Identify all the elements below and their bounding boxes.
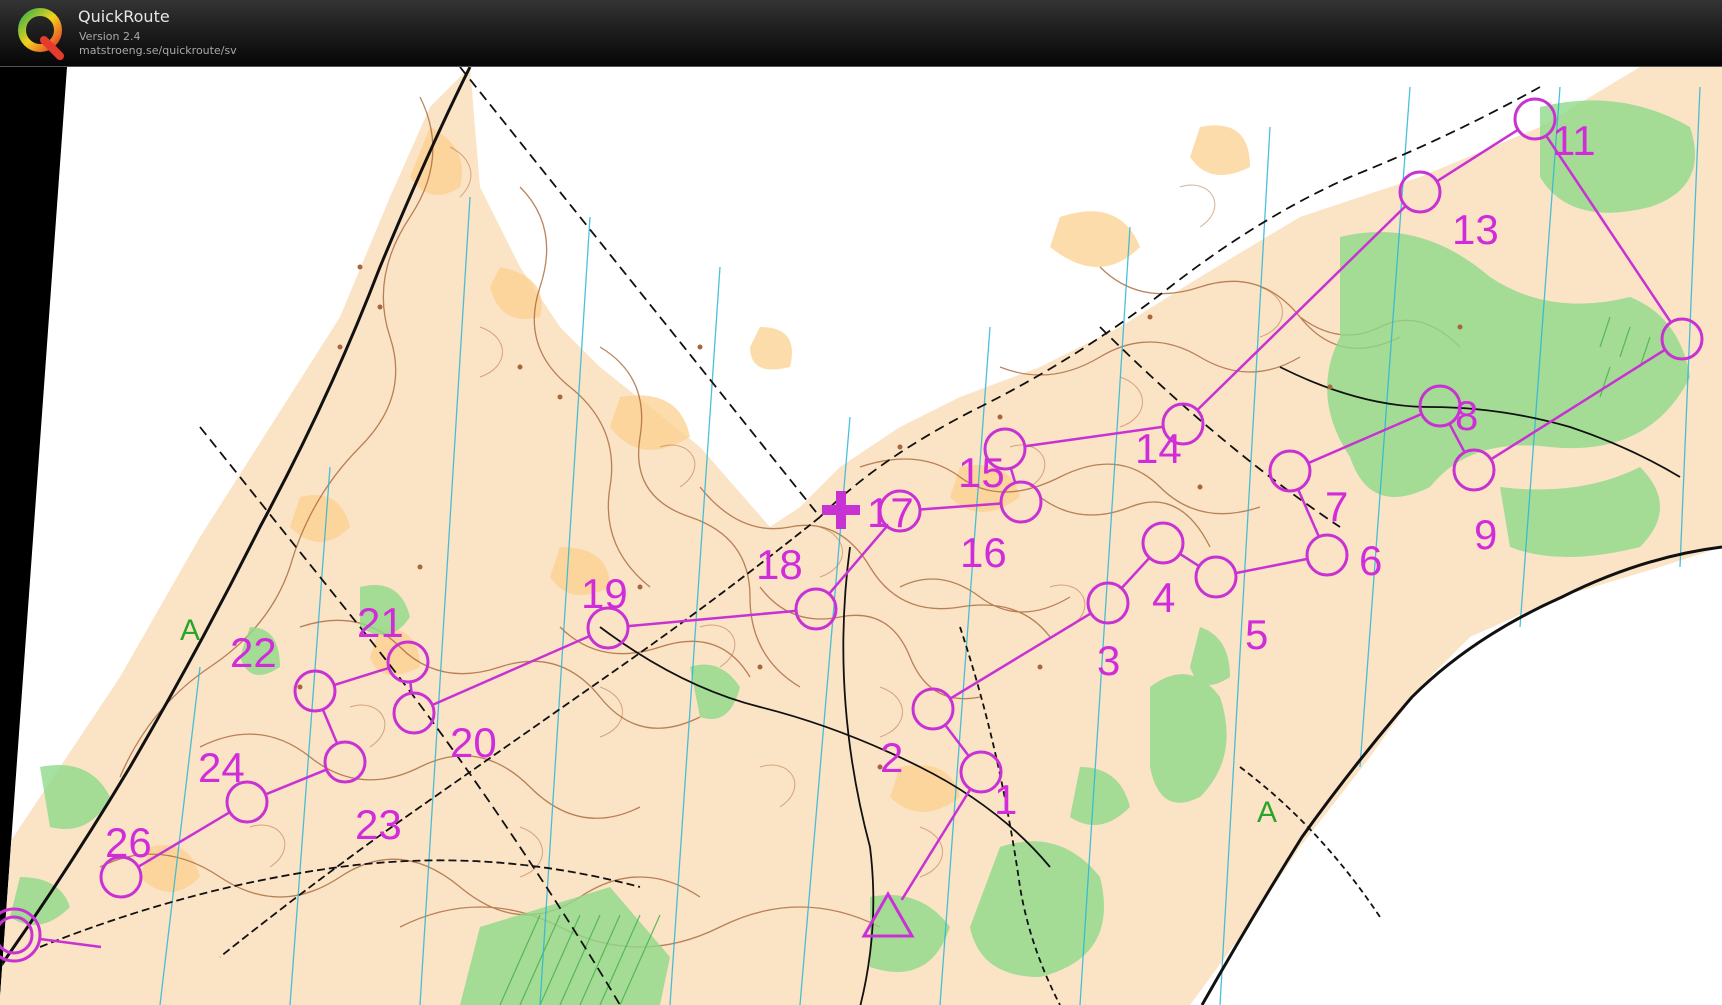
control-number-21: 21 xyxy=(357,599,404,646)
control-number-23: 23 xyxy=(355,801,402,848)
orienteering-map[interactable]: A A 123456789101113141516171819202122232… xyxy=(0,67,1722,1005)
control-number-24: 24 xyxy=(198,744,245,791)
control-number-11: 11 xyxy=(1552,117,1596,164)
control-number-4: 4 xyxy=(1152,574,1175,621)
control-number-20: 20 xyxy=(450,719,497,766)
control-number-8: 8 xyxy=(1455,392,1478,439)
control-number-5: 5 xyxy=(1245,611,1268,658)
control-number-2: 2 xyxy=(880,734,903,781)
control-number-17: 17 xyxy=(867,489,914,536)
app-version: Version 2.4 xyxy=(79,30,141,43)
vegetation-symbol-west: A xyxy=(180,614,200,647)
course-leg xyxy=(409,681,413,694)
control-number-7: 7 xyxy=(1325,483,1348,530)
app-url[interactable]: matstroeng.se/quickroute/sv xyxy=(79,44,237,57)
control-number-16: 16 xyxy=(960,529,1007,576)
vegetation-symbol-east: A xyxy=(1257,796,1277,829)
control-number-3: 3 xyxy=(1097,637,1120,684)
control-number-13: 13 xyxy=(1452,206,1499,253)
control-number-14: 14 xyxy=(1135,425,1182,472)
control-number-9: 9 xyxy=(1474,511,1497,558)
control-number-22: 22 xyxy=(230,629,277,676)
app-title: QuickRoute xyxy=(78,7,170,26)
quickroute-logo-icon xyxy=(18,8,64,60)
control-number-1: 1 xyxy=(994,776,1017,823)
control-number-19: 19 xyxy=(581,570,628,617)
map-viewport[interactable]: A A 123456789101113141516171819202122232… xyxy=(0,67,1722,1005)
control-number-26: 26 xyxy=(105,819,152,866)
control-number-15: 15 xyxy=(958,449,1005,496)
control-number-18: 18 xyxy=(756,541,803,588)
control-number-6: 6 xyxy=(1359,537,1382,584)
app-titlebar: QuickRoute Version 2.4 matstroeng.se/qui… xyxy=(0,0,1722,67)
